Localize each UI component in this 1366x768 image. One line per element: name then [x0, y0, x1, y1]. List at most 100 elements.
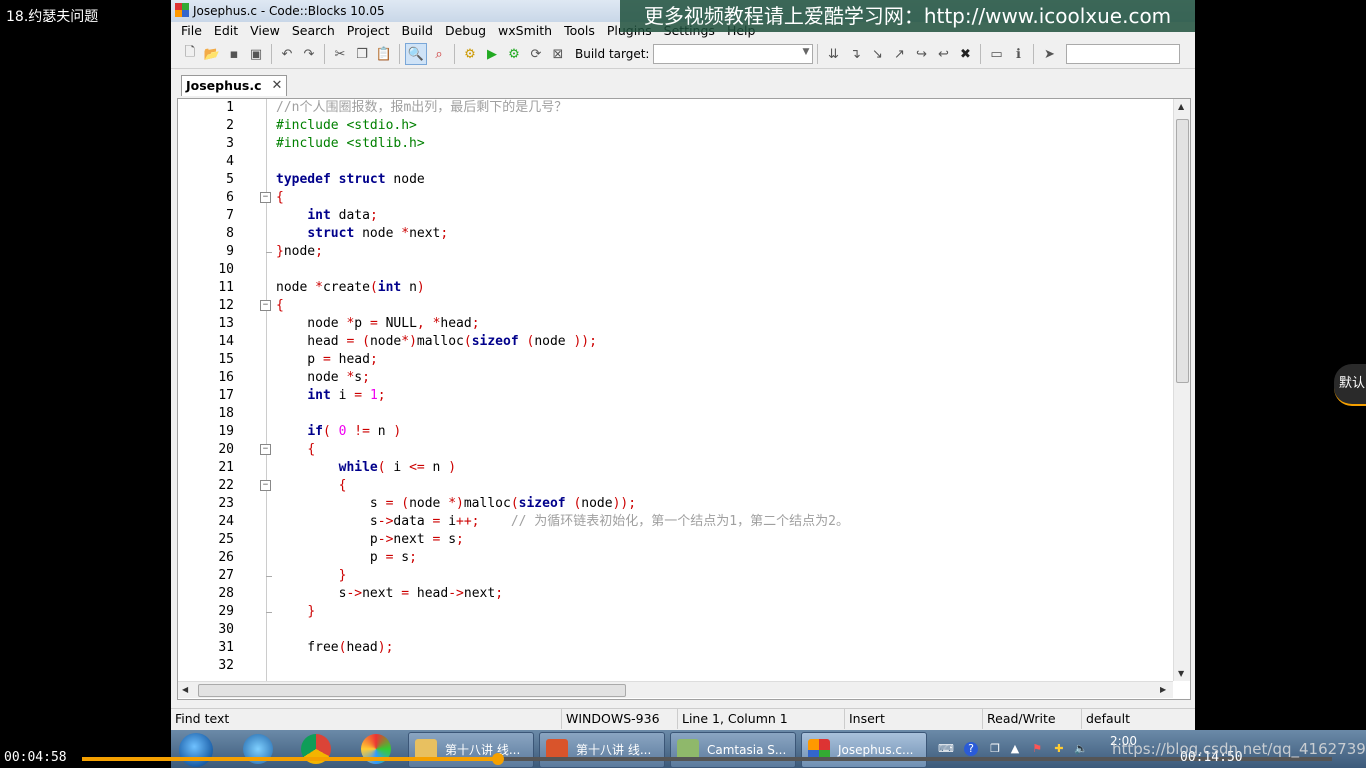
- network-icon[interactable]: ⚑: [1030, 742, 1044, 756]
- code-line[interactable]: 12 −{: [178, 297, 1173, 315]
- keyboard-icon[interactable]: ⌨: [938, 742, 954, 756]
- symbol-search-input[interactable]: [1066, 44, 1181, 64]
- vertical-scrollbar[interactable]: ▲ ▼: [1173, 99, 1190, 681]
- fold-toggle-icon[interactable]: −: [260, 480, 271, 491]
- code-line[interactable]: 27 }: [178, 567, 1173, 585]
- redo-icon[interactable]: ↷: [299, 44, 319, 64]
- tray-expand-icon[interactable]: ▲: [1008, 742, 1022, 756]
- debug-stop-icon[interactable]: ✖: [955, 44, 975, 64]
- code-line[interactable]: 30: [178, 621, 1173, 639]
- plus-icon[interactable]: ✚: [1052, 742, 1066, 756]
- code-editor[interactable]: 1 //n个人围圈报数，报m出列，最后剩下的是几号？ 2 #include <stdi…: [177, 98, 1191, 700]
- menu-edit[interactable]: Edit: [208, 22, 244, 40]
- cut-icon[interactable]: ✂: [330, 44, 350, 64]
- open-file-icon[interactable]: 📂: [202, 44, 222, 64]
- scroll-down-icon[interactable]: ▼: [1178, 669, 1184, 678]
- copy-icon[interactable]: ❐: [352, 44, 372, 64]
- code-line[interactable]: 11 node *create(int n): [178, 279, 1173, 297]
- menu-file[interactable]: File: [175, 22, 208, 40]
- replace-icon[interactable]: ⌕: [429, 44, 449, 64]
- save-icon[interactable]: ▪: [224, 44, 244, 64]
- code-line[interactable]: 3 #include <stdlib.h>: [178, 135, 1173, 153]
- volume-icon[interactable]: 🔈: [1074, 742, 1088, 756]
- code-line[interactable]: 23 s = (node *)malloc(sizeof (node));: [178, 495, 1173, 513]
- debug-run-to-cursor-icon[interactable]: ⇊: [823, 44, 843, 64]
- close-icon[interactable]: ✕: [272, 77, 283, 95]
- menu-debug[interactable]: Debug: [439, 22, 492, 40]
- code-line[interactable]: 25 p->next = s;: [178, 531, 1173, 549]
- debug-next-line-icon[interactable]: ↴: [845, 44, 865, 64]
- debug-info-icon[interactable]: ℹ: [1008, 44, 1028, 64]
- scroll-right-icon[interactable]: ▶: [1160, 685, 1166, 694]
- code-completion-icon[interactable]: ➤: [1039, 44, 1059, 64]
- taskbar-button-camtasia[interactable]: Camtasia S...: [670, 732, 796, 768]
- scroll-left-icon[interactable]: ◀: [182, 685, 188, 694]
- code-line[interactable]: 5 typedef struct node: [178, 171, 1173, 189]
- find-icon[interactable]: 🔍: [405, 43, 427, 65]
- menu-tools[interactable]: Tools: [558, 22, 601, 40]
- taskbar-button-lecture-2[interactable]: 第十八讲 线...: [539, 732, 665, 768]
- taskbar-button-josephus[interactable]: Josephus.c...: [801, 732, 927, 768]
- menu-search[interactable]: Search: [286, 22, 341, 40]
- fold-toggle-icon[interactable]: −: [260, 192, 271, 203]
- vertical-scroll-thumb[interactable]: [1176, 119, 1189, 383]
- code-line[interactable]: 4: [178, 153, 1173, 171]
- help-icon[interactable]: ?: [964, 742, 978, 756]
- code-line[interactable]: 21 while( i <= n ): [178, 459, 1173, 477]
- fold-toggle-icon[interactable]: −: [260, 300, 271, 311]
- horizontal-scroll-thumb[interactable]: [198, 684, 626, 697]
- build-target-select[interactable]: ▼: [653, 44, 814, 64]
- abort-icon[interactable]: ⊠: [548, 44, 568, 64]
- code-line[interactable]: 7 int data;: [178, 207, 1173, 225]
- window-restore-icon[interactable]: ❐: [988, 742, 1002, 756]
- debug-step-out-icon[interactable]: ↗: [889, 44, 909, 64]
- build-icon[interactable]: ⚙: [460, 44, 480, 64]
- new-file-icon[interactable]: 🗋: [180, 44, 200, 64]
- code-line[interactable]: 22 − {: [178, 477, 1173, 495]
- code-line[interactable]: 18: [178, 405, 1173, 423]
- menu-project[interactable]: Project: [341, 22, 396, 40]
- build-and-run-icon[interactable]: ⚙: [504, 44, 524, 64]
- debug-next-instruction-icon[interactable]: ↪: [911, 44, 931, 64]
- undo-icon[interactable]: ↶: [277, 44, 297, 64]
- definition-badge[interactable]: 默认: [1334, 364, 1366, 406]
- menu-wxsmith[interactable]: wxSmith: [492, 22, 558, 40]
- rebuild-icon[interactable]: ⟳: [526, 44, 546, 64]
- scroll-up-icon[interactable]: ▲: [1178, 102, 1184, 111]
- menu-build[interactable]: Build: [396, 22, 439, 40]
- code-line[interactable]: 9}node;: [178, 243, 1173, 261]
- code-line[interactable]: 19 if( 0 != n ): [178, 423, 1173, 441]
- debug-step-icon[interactable]: ↩: [933, 44, 953, 64]
- tab-josephus-c[interactable]: Josephus.c ✕: [181, 75, 288, 96]
- menu-view[interactable]: View: [244, 22, 286, 40]
- code-area[interactable]: 1 //n个人围圈报数，报m出列，最后剩下的是几号？ 2 #include <stdi…: [178, 99, 1173, 681]
- debug-step-into-icon[interactable]: ↘: [867, 44, 887, 64]
- save-all-icon[interactable]: ▣: [246, 44, 266, 64]
- line-number: 24: [218, 514, 234, 529]
- code-line[interactable]: 26 p = s;: [178, 549, 1173, 567]
- code-line[interactable]: 14 head = (node*)malloc(sizeof (node ));: [178, 333, 1173, 351]
- code-line[interactable]: 28 s->next = head->next;: [178, 585, 1173, 603]
- line-number: 10: [218, 262, 234, 277]
- horizontal-scrollbar[interactable]: ◀ ▶: [178, 681, 1173, 698]
- code-line[interactable]: 16 node *s;: [178, 369, 1173, 387]
- debug-windows-icon[interactable]: ▭: [986, 44, 1006, 64]
- code-line[interactable]: 13 node *p = NULL, *head;: [178, 315, 1173, 333]
- fold-toggle-icon[interactable]: −: [260, 444, 271, 455]
- code-line[interactable]: 6 −{: [178, 189, 1173, 207]
- run-icon[interactable]: ▶: [482, 44, 502, 64]
- code-line[interactable]: 32: [178, 657, 1173, 675]
- code-line[interactable]: 8 struct node *next;: [178, 225, 1173, 243]
- start-button-icon[interactable]: [179, 733, 213, 767]
- code-line[interactable]: 15 p = head;: [178, 351, 1173, 369]
- code-line[interactable]: 20 − {: [178, 441, 1173, 459]
- taskbar-button-lecture-1[interactable]: 第十八讲 线...: [408, 732, 534, 768]
- code-line[interactable]: 31 free(head);: [178, 639, 1173, 657]
- code-line[interactable]: 24 s->data = i++; // 为循环链表初始化，第一个结点为1，第二…: [178, 513, 1173, 531]
- code-line[interactable]: 2 #include <stdio.h>: [178, 117, 1173, 135]
- code-line[interactable]: 1 //n个人围圈报数，报m出列，最后剩下的是几号？: [178, 99, 1173, 117]
- code-line[interactable]: 10: [178, 261, 1173, 279]
- paste-icon[interactable]: 📋: [374, 44, 394, 64]
- code-line[interactable]: 17 int i = 1;: [178, 387, 1173, 405]
- code-line[interactable]: 29 }: [178, 603, 1173, 621]
